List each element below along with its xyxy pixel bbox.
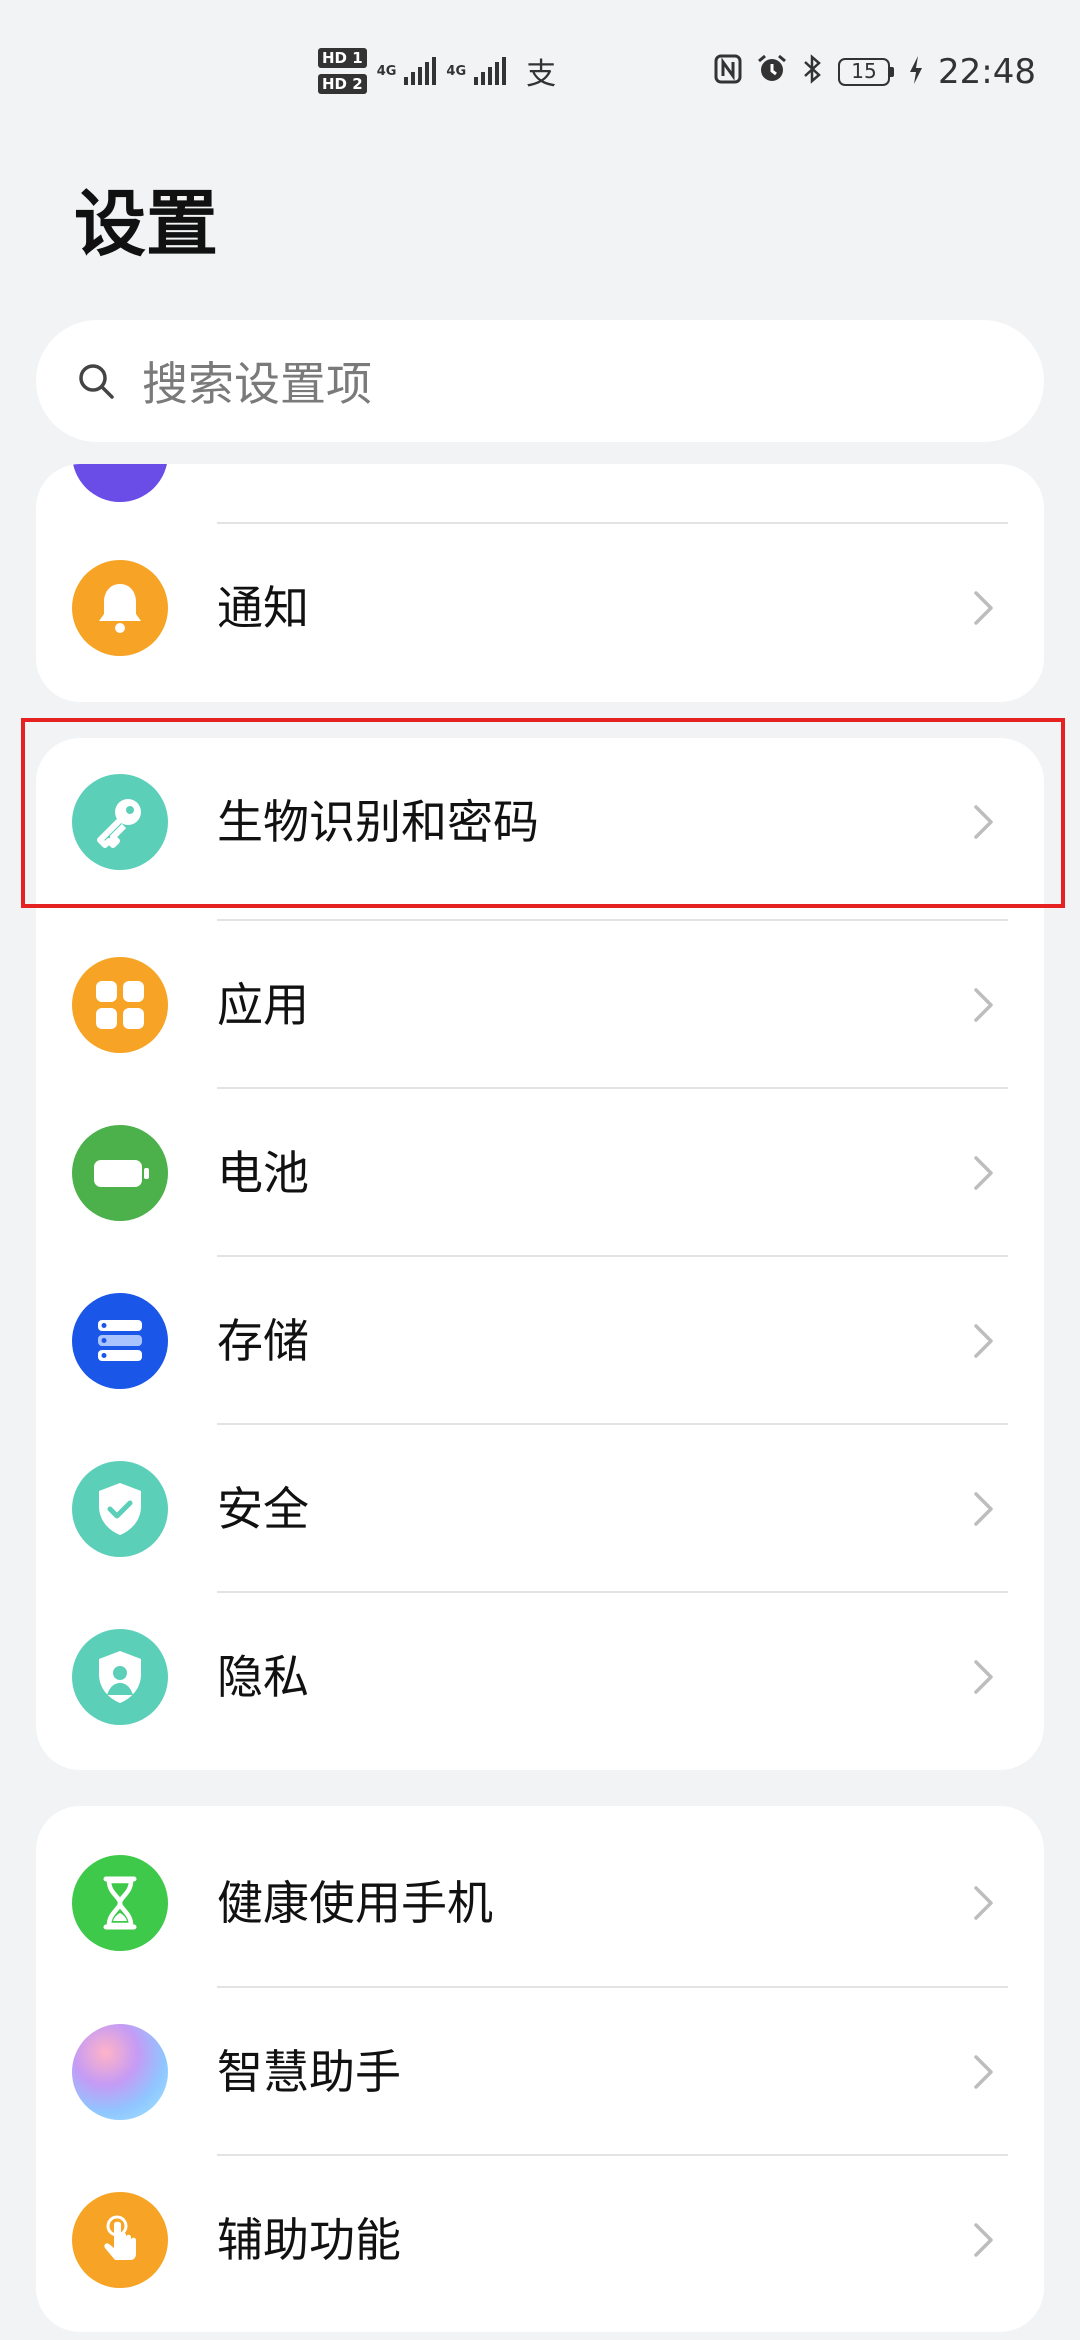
- network-type-1: 4G: [376, 63, 397, 79]
- settings-group-3: 健康使用手机 智慧助手 辅助功能: [36, 1806, 1044, 2332]
- status-bar: HD 1 HD 2 4G 4G 支 15 22:48: [0, 0, 1080, 120]
- sim1-hd-badge: HD 1: [318, 48, 367, 68]
- bluetooth-icon: [802, 53, 824, 92]
- settings-item-biometrics-password[interactable]: 生物识别和密码: [36, 738, 1044, 906]
- shield-icon: [72, 1461, 168, 1557]
- status-right: 15 22:48: [714, 52, 1036, 92]
- item-label: 电池: [217, 1146, 309, 1200]
- item-label: 智慧助手: [217, 2045, 401, 2099]
- item-label: 安全: [217, 1482, 309, 1536]
- network-type-2: 4G: [446, 63, 467, 79]
- chevron-right-icon: [974, 1324, 993, 1358]
- item-label: 应用: [217, 978, 309, 1032]
- settings-item-apps[interactable]: 应用: [36, 921, 1044, 1089]
- accessibility-icon: [72, 2192, 168, 2288]
- hourglass-icon: [72, 1855, 168, 1951]
- assistant-icon: [72, 2024, 168, 2120]
- battery-tip: [890, 67, 895, 77]
- chevron-right-icon: [974, 1156, 993, 1190]
- signal-1-icon: [404, 57, 437, 85]
- alipay-icon: 支: [526, 57, 557, 92]
- item-label: 生物识别和密码: [217, 795, 539, 849]
- sim2-hd-badge: HD 2: [318, 74, 367, 94]
- item-label: 辅助功能: [217, 2213, 401, 2267]
- alarm-icon: [756, 53, 788, 92]
- search-placeholder: 搜索设置项: [142, 357, 372, 411]
- item-label: 通知: [217, 581, 309, 635]
- settings-item-accessibility[interactable]: 辅助功能: [36, 2156, 1044, 2324]
- search-icon: [79, 364, 114, 399]
- chevron-right-icon: [974, 1660, 993, 1694]
- battery-indicator: 15: [838, 58, 895, 86]
- signal-2-icon: [474, 57, 507, 85]
- sim1-slot: 1: [352, 49, 363, 67]
- status-left: HD 1 HD 2 4G 4G 支: [318, 48, 556, 94]
- chevron-right-icon: [974, 1492, 993, 1526]
- sim2-label: HD: [322, 75, 348, 93]
- settings-item-notifications[interactable]: 通知: [36, 524, 1044, 692]
- settings-item-smart-assistant[interactable]: 智慧助手: [36, 1988, 1044, 2156]
- bell-icon: [72, 560, 168, 656]
- clock: 22:48: [938, 52, 1036, 92]
- chevron-right-icon: [974, 1886, 993, 1920]
- chevron-right-icon: [974, 805, 993, 839]
- privacy-icon: [72, 1629, 168, 1725]
- sim1-label: HD: [322, 49, 348, 67]
- settings-group-2: 生物识别和密码 应用 电池 存储 安全 隐私: [36, 738, 1044, 1770]
- settings-group-1: 通知: [36, 464, 1044, 702]
- settings-item-storage[interactable]: 存储: [36, 1257, 1044, 1425]
- apps-icon: [72, 957, 168, 1053]
- settings-item-privacy[interactable]: 隐私: [36, 1593, 1044, 1761]
- battery-level: 15: [838, 58, 891, 86]
- item-label: 健康使用手机: [217, 1876, 493, 1930]
- nfc-icon: [714, 54, 742, 91]
- charging-icon: [908, 55, 924, 89]
- page-title: 设置: [74, 182, 219, 266]
- chevron-right-icon: [974, 2055, 993, 2089]
- chevron-right-icon: [974, 2223, 993, 2257]
- chevron-right-icon: [974, 988, 993, 1022]
- item-label: 存储: [217, 1314, 309, 1368]
- search-bar[interactable]: 搜索设置项: [36, 320, 1044, 442]
- partial-icon-top: [72, 464, 168, 502]
- settings-item-battery[interactable]: 电池: [36, 1089, 1044, 1257]
- chevron-right-icon: [974, 591, 993, 625]
- key-icon: [72, 774, 168, 870]
- settings-item-security[interactable]: 安全: [36, 1425, 1044, 1593]
- battery-icon: [72, 1125, 168, 1221]
- item-label: 隐私: [217, 1650, 309, 1704]
- sim2-slot: 2: [352, 75, 363, 93]
- storage-icon: [72, 1293, 168, 1389]
- settings-item-digital-balance[interactable]: 健康使用手机: [36, 1819, 1044, 1987]
- sim-indicators: HD 1 HD 2: [318, 48, 367, 94]
